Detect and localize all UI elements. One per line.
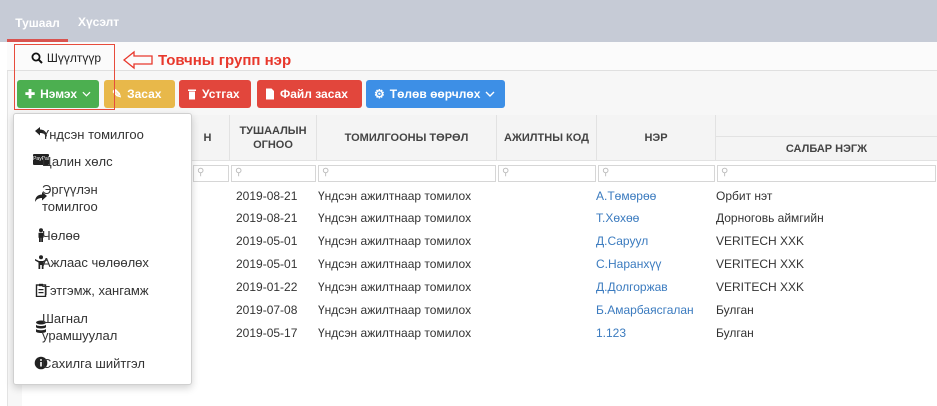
cell-unit: Орбит нэт [716, 189, 773, 203]
search-icon: ⚲ [602, 167, 610, 178]
cell-unit: Булган [716, 303, 754, 317]
column-group-header [716, 115, 937, 137]
cell-unit: Дорноговь аймгийн [716, 211, 824, 225]
cell-unit: Булган [716, 326, 754, 340]
menu-item-ajlaas-choloolokh[interactable]: Ажлаас чөлөөлөх [42, 254, 149, 271]
column-search-input[interactable]: ⚲ [193, 165, 229, 182]
status-change-button[interactable]: ⚙ Төлөв өөрчлөх [366, 80, 505, 108]
column-header-label: Н [203, 131, 212, 144]
menu-item-tetgemj-khangamj[interactable]: Тэтгэмж, хангамж [42, 282, 149, 299]
menu-item-undsen-tomilgoo[interactable]: Үндсэн томилгоо [42, 126, 144, 143]
column-search-input[interactable]: ⚲ [717, 165, 936, 182]
column-header-date[interactable]: ТУШААЛЫН ОГНОО [230, 115, 317, 161]
menu-item-label-line2: томилгоо [42, 199, 98, 214]
search-icon: ⚲ [502, 167, 510, 178]
tab-khuselt[interactable]: Хүсэлт [78, 0, 128, 42]
cell-name-link[interactable]: Т.Хөхөө [596, 208, 639, 228]
search-icon: ⚲ [721, 167, 729, 178]
menu-item-erguulen-tomilgoo[interactable]: Эргүүлэн томилгоо [42, 181, 98, 215]
search-icon: ⚲ [322, 167, 330, 178]
annotation-label: Товчны групп нэр [158, 52, 292, 69]
column-header-label: АЖИЛТНЫ КОД [504, 131, 589, 144]
cell-name-link[interactable]: С.Наранхүү [596, 254, 661, 274]
cell-date: 2019-05-01 [236, 234, 298, 248]
cell-type: Үндсэн ажилтнаар томилох [318, 189, 472, 203]
column-header-label: ТОМИЛГООНЫ ТӨРӨЛ [344, 131, 469, 144]
search-icon: ⚲ [197, 167, 205, 178]
search-icon: ⚲ [235, 167, 243, 178]
trash-icon [188, 89, 196, 100]
menu-item-label-line1: Шагнал [42, 311, 88, 326]
delete-button[interactable]: Устгах [179, 80, 251, 108]
cell-name-link[interactable]: А.Төмөрөө [596, 186, 656, 206]
cell-name-link[interactable]: Д.Саруул [596, 231, 648, 251]
cell-unit: VERITECH XXK [716, 257, 805, 271]
column-header-partial[interactable]: Н [186, 115, 230, 161]
status-change-button-label: Төлөв өөрчлөх [389, 87, 481, 101]
column-header-label: НЭР [644, 131, 668, 144]
column-search-input[interactable]: ⚲ [498, 165, 596, 182]
cell-type: Үндсэн ажилтнаар томилох [318, 326, 472, 340]
cell-unit: VERITECH XXK [716, 280, 805, 294]
column-header-type[interactable]: ТОМИЛГООНЫ ТӨРӨЛ [317, 115, 497, 161]
column-header-unit[interactable]: САЛБАР НЭГЖ [716, 137, 937, 161]
column-header-name[interactable]: НЭР [597, 115, 716, 161]
menu-item-label-line2: урамшуулал [42, 328, 118, 343]
cell-name-link[interactable]: Б.Амарбаясгалан [596, 300, 694, 320]
menu-item-sakhilga-shiitgel[interactable]: Сахилга шийтгэл [42, 355, 145, 372]
file-edit-button-label: Файл засах [280, 87, 348, 101]
cell-date: 2019-05-17 [236, 326, 298, 340]
cell-type: Үндсэн ажилтнаар томилох [318, 280, 472, 294]
top-tab-bar [0, 0, 937, 42]
menu-item-label-line1: Эргүүлэн [42, 182, 98, 197]
cell-date: 2019-07-08 [236, 303, 298, 317]
add-dropdown-menu: Үндсэн томилгоо PayPal Цалин хөлс Эргүүл… [13, 113, 192, 385]
arrow-left-icon [122, 50, 153, 70]
column-header-code[interactable]: АЖИЛТНЫ КОД [497, 115, 597, 161]
cell-date: 2019-08-21 [236, 211, 298, 225]
cell-type: Үндсэн ажилтнаар томилох [318, 234, 472, 248]
column-search-input[interactable]: ⚲ [231, 165, 316, 182]
column-header-label: ТУШААЛЫН ОГНОО [239, 124, 307, 151]
menu-item-choloo[interactable]: Чөлөө [42, 227, 80, 244]
gears-icon: ⚙ [374, 87, 385, 101]
file-icon [266, 88, 274, 100]
cell-date: 2019-08-21 [236, 189, 298, 203]
column-header-label: САЛБАР НЭГЖ [785, 142, 868, 155]
cell-type: Үндсэн ажилтнаар томилох [318, 303, 472, 317]
cell-name-link[interactable]: 1.123 [596, 323, 626, 343]
chevron-down-icon [485, 91, 495, 97]
cell-unit: VERITECH XXK [716, 234, 805, 248]
cell-type: Үндсэн ажилтнаар томилох [318, 257, 472, 271]
cell-name-link[interactable]: Д.Долгоржав [596, 277, 668, 297]
menu-item-shagnal-uramshuulal[interactable]: Шагнал урамшуулал [42, 310, 117, 344]
edit-button-label: Засах [127, 87, 162, 101]
column-search-input[interactable]: ⚲ [598, 165, 715, 182]
tab-tushaal[interactable]: Тушаал [7, 0, 68, 42]
button-group-highlight [14, 44, 115, 110]
file-edit-button[interactable]: Файл засах [257, 80, 362, 108]
cell-date: 2019-01-22 [236, 280, 298, 294]
column-search-input[interactable]: ⚲ [318, 165, 496, 182]
cell-date: 2019-05-01 [236, 257, 298, 271]
menu-item-tsalin-khols[interactable]: Цалин хөлс [42, 153, 113, 170]
delete-button-label: Устгах [202, 87, 240, 101]
cell-type: Үндсэн ажилтнаар томилох [318, 211, 472, 225]
